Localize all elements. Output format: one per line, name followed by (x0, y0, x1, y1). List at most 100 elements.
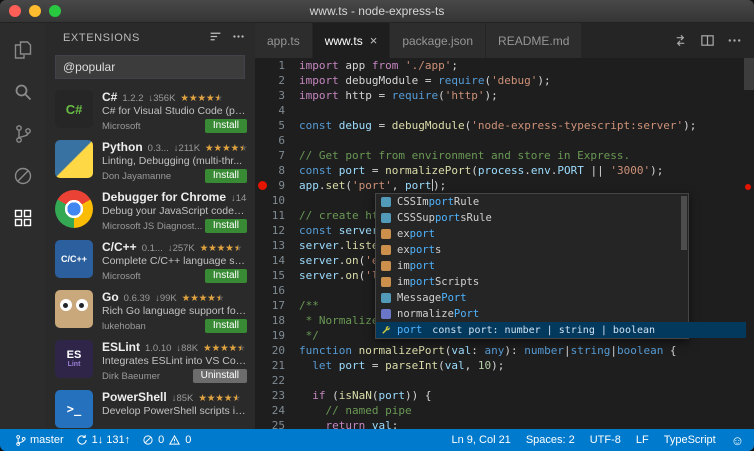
line-number[interactable]: 8 (255, 163, 299, 178)
extension-item-eslint[interactable]: ESLintESLint1.0.10↓88K★★★★★★★★★★Integrat… (45, 337, 255, 387)
tab-package-json[interactable]: package.json (390, 23, 486, 58)
code-line[interactable]: 1import app from './app'; (255, 58, 754, 73)
open-changes-icon[interactable] (673, 33, 688, 48)
git-sync-status[interactable]: 1↓ 131↑ (71, 434, 136, 446)
code-line[interactable]: 3import http = require('http'); (255, 88, 754, 103)
encoding-status[interactable]: UTF-8 (590, 434, 621, 446)
cursor-position[interactable]: Ln 9, Col 21 (451, 434, 510, 446)
extension-name: C/C++ (102, 240, 137, 254)
code-line[interactable]: 23 if (isNaN(port)) { (255, 388, 754, 403)
language-mode[interactable]: TypeScript (664, 434, 716, 446)
line-number[interactable]: 6 (255, 133, 299, 148)
code-line[interactable]: 24 // named pipe (255, 403, 754, 418)
problems-status[interactable]: 0 0 (137, 434, 196, 446)
line-number[interactable]: 16 (255, 283, 299, 298)
line-number[interactable]: 3 (255, 88, 299, 103)
close-icon[interactable]: × (370, 33, 378, 48)
line-number[interactable]: 5 (255, 118, 299, 133)
code-line[interactable]: 8const port = normalizePort(process.env.… (255, 163, 754, 178)
code-line[interactable]: 25 return val; (255, 418, 754, 429)
install-button[interactable]: Install (205, 169, 247, 183)
line-number[interactable]: 12 (255, 223, 299, 238)
suggestion-importscripts[interactable]: importScripts (376, 274, 688, 290)
code-editor[interactable]: 1import app from './app';2import debugMo… (255, 58, 754, 429)
indentation-status[interactable]: Spaces: 2 (526, 434, 575, 446)
suggestion-normalizeport[interactable]: normalizePort (376, 306, 688, 322)
line-number[interactable]: 18 (255, 313, 299, 328)
line-number[interactable]: 17 (255, 298, 299, 313)
line-number[interactable]: 19 (255, 328, 299, 343)
line-number[interactable]: 23 (255, 388, 299, 403)
feedback-smiley-icon[interactable]: ☺ (731, 433, 744, 448)
extensions-search-input[interactable] (55, 55, 245, 79)
editor-scrollbar[interactable] (744, 58, 754, 90)
line-number[interactable]: 1 (255, 58, 299, 73)
code-line[interactable]: 7// Get port from environment and store … (255, 148, 754, 163)
suggestion-export[interactable]: export (376, 226, 688, 242)
suggestion-exports[interactable]: exports (376, 242, 688, 258)
code-line[interactable]: 9app.set('port', port); (255, 178, 754, 193)
line-number[interactable]: 20 (255, 343, 299, 358)
explorer-icon[interactable] (0, 29, 45, 71)
suggestion-port[interactable]: portconst port: number | string | boolea… (376, 322, 746, 338)
line-number[interactable]: 22 (255, 373, 299, 388)
extension-item-c-c[interactable]: C/C++C/C++0.1...↓257K★★★★★★★★★★Complete … (45, 237, 255, 287)
line-number[interactable]: 25 (255, 418, 299, 429)
code-line[interactable]: 21 let port = parseInt(val, 10); (255, 358, 754, 373)
install-button[interactable]: Install (205, 269, 247, 283)
uninstall-button[interactable]: Uninstall (193, 369, 247, 383)
cpp-logo-icon: C/C++ (55, 240, 93, 278)
line-number[interactable]: 14 (255, 253, 299, 268)
csharp-logo-icon: C# (55, 90, 93, 128)
suggestion-messageport[interactable]: MessagePort (376, 290, 688, 306)
code-text: import http = require('http'); (299, 88, 754, 103)
search-icon[interactable] (0, 71, 45, 113)
install-button[interactable]: Install (205, 119, 247, 133)
line-number[interactable]: 21 (255, 358, 299, 373)
breakpoint-indicator[interactable] (258, 181, 267, 190)
more-actions-icon[interactable] (232, 30, 245, 46)
code-line[interactable]: 22 (255, 373, 754, 388)
code-line[interactable]: 4 (255, 103, 754, 118)
eol-status[interactable]: LF (636, 434, 649, 446)
code-line[interactable]: 6 (255, 133, 754, 148)
minimize-window-button[interactable] (29, 5, 41, 17)
extension-item-python[interactable]: Python0.3...↓211K★★★★★★★★★★Linting, Debu… (45, 137, 255, 187)
extension-item-powershell[interactable]: >_PowerShell↓85K★★★★★★★★★★Develop PowerS… (45, 387, 255, 429)
more-actions-icon[interactable] (727, 33, 742, 48)
code-line[interactable]: 2import debugModule = require('debug'); (255, 73, 754, 88)
line-number[interactable]: 15 (255, 268, 299, 283)
line-number[interactable]: 10 (255, 193, 299, 208)
tab-app-ts[interactable]: app.ts (255, 23, 313, 58)
code-line[interactable]: 5const debug = debugModule('node-express… (255, 118, 754, 133)
line-number[interactable]: 11 (255, 208, 299, 223)
line-number[interactable]: 7 (255, 148, 299, 163)
sort-icon[interactable] (209, 30, 222, 46)
line-number[interactable]: 13 (255, 238, 299, 253)
split-editor-icon[interactable] (700, 33, 715, 48)
extension-item-c[interactable]: C#C#1.2.2↓356K★★★★★★★★★★C# for Visual St… (45, 87, 255, 137)
git-branch-status[interactable]: master (10, 434, 69, 447)
suggest-scrollbar[interactable] (681, 196, 687, 250)
close-window-button[interactable] (9, 5, 21, 17)
extension-title-row: C/C++0.1...↓257K★★★★★★★★★★ (102, 240, 247, 254)
line-number[interactable]: 4 (255, 103, 299, 118)
extension-item-debugger-for-chrome[interactable]: Debugger for Chrome↓148K★★★★★★★★★★Debug … (45, 187, 255, 237)
line-number[interactable]: 24 (255, 403, 299, 418)
extension-item-go[interactable]: Go0.6.39↓99K★★★★★★★★★★Rich Go language s… (45, 287, 255, 337)
zoom-window-button[interactable] (49, 5, 61, 17)
traffic-lights (9, 5, 61, 17)
extension-details: C#1.2.2↓356K★★★★★★★★★★C# for Visual Stud… (102, 90, 247, 137)
tab-www-ts[interactable]: www.ts× (313, 23, 391, 58)
install-button[interactable]: Install (205, 219, 247, 233)
source-control-icon[interactable] (0, 113, 45, 155)
install-button[interactable]: Install (205, 319, 247, 333)
suggestion-csssupportsrule[interactable]: CSSSupportsRule (376, 210, 688, 226)
tab-readme-md[interactable]: README.md (486, 23, 582, 58)
code-line[interactable]: 20function normalizePort(val: any): numb… (255, 343, 754, 358)
debug-icon[interactable] (0, 155, 45, 197)
line-number[interactable]: 2 (255, 73, 299, 88)
suggestion-import[interactable]: import (376, 258, 688, 274)
extensions-icon[interactable] (0, 197, 45, 239)
suggestion-cssimportrule[interactable]: CSSImportRule (376, 194, 688, 210)
